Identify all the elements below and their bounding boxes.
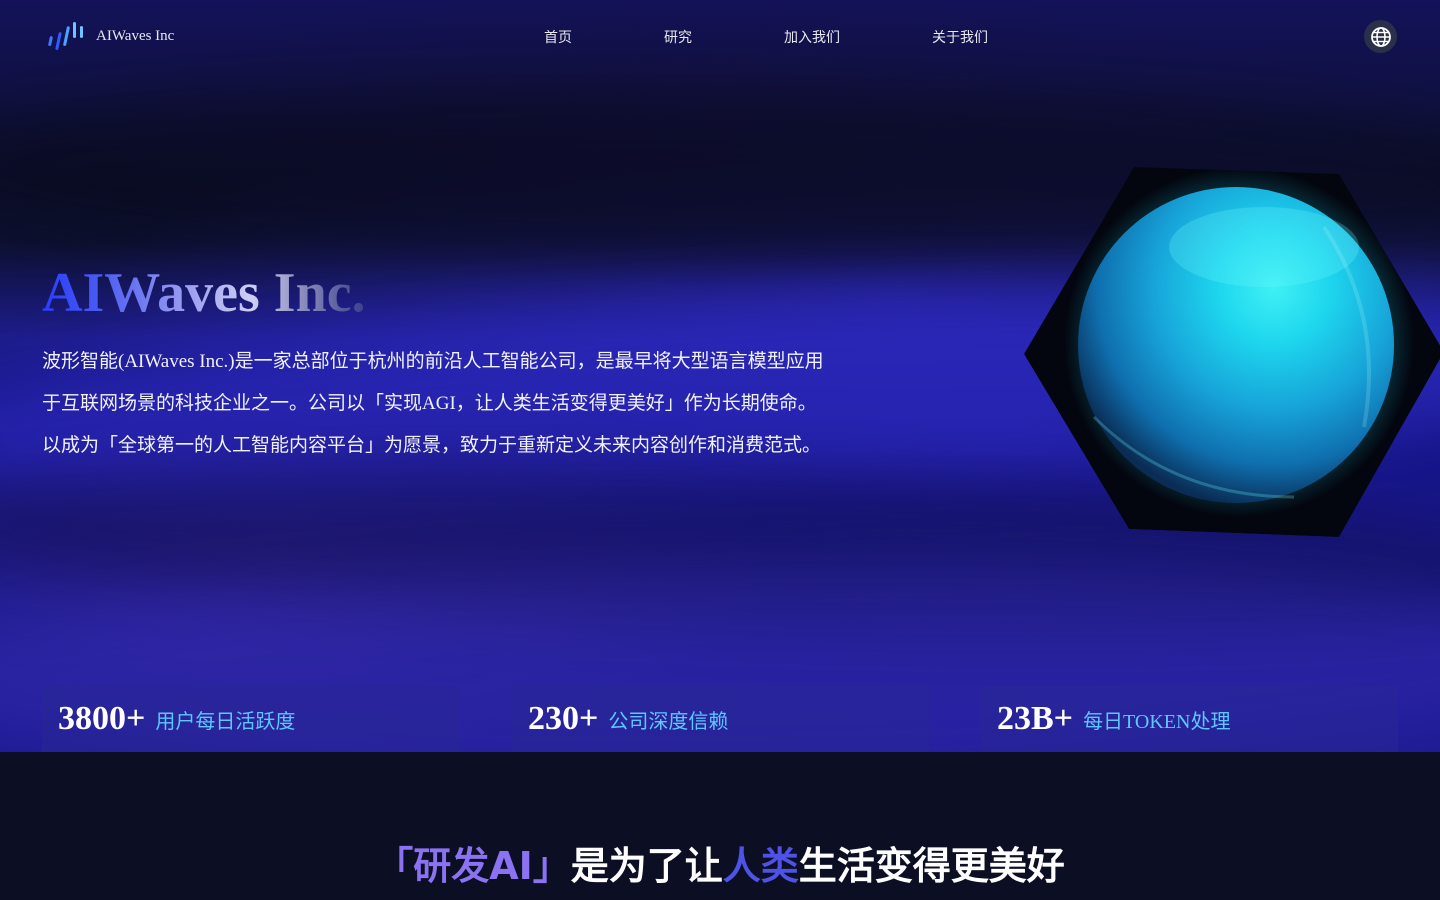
hero-description-line: 于互联网场景的科技企业之一。公司以「实现AGI，让人类生活变得更美好」作为长期使… xyxy=(42,393,817,414)
stat-card-daily-tokens: 23B+ 每日TOKEN处理 xyxy=(981,686,1398,752)
slogan-part: 生活变得更美好 xyxy=(798,844,1065,888)
page: AIWaves Inc. 波形智能(AIWaves Inc.)是一家总部位于杭州… xyxy=(0,0,1440,900)
slogan-part: 是为了让 xyxy=(570,844,723,888)
logo-waves-icon xyxy=(48,22,83,50)
stat-label: 用户每日活跃度 xyxy=(155,710,296,733)
nav-item-home[interactable]: 首页 xyxy=(544,27,572,47)
hero-description-line: 以成为「全球第一的人工智能内容平台」为愿景，致力于重新定义未来内容创作和消费范式… xyxy=(42,435,822,456)
hero-title: AIWaves Inc. xyxy=(42,258,366,328)
stat-card-daily-users: 3800+ 用户每日活跃度 xyxy=(42,686,459,752)
stat-label: 每日TOKEN处理 xyxy=(1083,710,1231,733)
language-switch-button[interactable] xyxy=(1364,20,1397,53)
stat-card-trusted-companies: 230+ 公司深度信赖 xyxy=(512,686,929,752)
mission-slogan: 「研发AI」是为了让人类生活变得更美好 xyxy=(0,838,1440,894)
nav-item-research[interactable]: 研究 xyxy=(664,27,692,47)
hero-description: 波形智能(AIWaves Inc.)是一家总部位于杭州的前沿人工智能公司，是最早… xyxy=(42,341,902,467)
stat-label: 公司深度信赖 xyxy=(608,710,729,733)
slogan-part: 人类 xyxy=(722,844,799,888)
stat-value: 3800+ xyxy=(58,700,146,737)
slogan-part: 「研发AI」 xyxy=(375,844,571,888)
stat-value: 230+ xyxy=(528,700,599,737)
hero-description-line: 波形智能(AIWaves Inc.)是一家总部位于杭州的前沿人工智能公司，是最早… xyxy=(42,351,824,372)
brand-logo[interactable]: AIWaves Inc xyxy=(48,20,174,52)
brand-name: AIWaves Inc xyxy=(96,27,175,44)
hero-sphere-visual xyxy=(1024,167,1440,537)
globe-icon xyxy=(1370,26,1391,47)
top-navigation: AIWaves Inc 首页 研究 加入我们 关于我们 xyxy=(0,0,1440,72)
nav-item-about-us[interactable]: 关于我们 xyxy=(932,27,988,47)
nav-item-join-us[interactable]: 加入我们 xyxy=(784,27,840,47)
stat-value: 23B+ xyxy=(997,700,1074,737)
hero-section: AIWaves Inc. 波形智能(AIWaves Inc.)是一家总部位于杭州… xyxy=(0,0,1440,752)
